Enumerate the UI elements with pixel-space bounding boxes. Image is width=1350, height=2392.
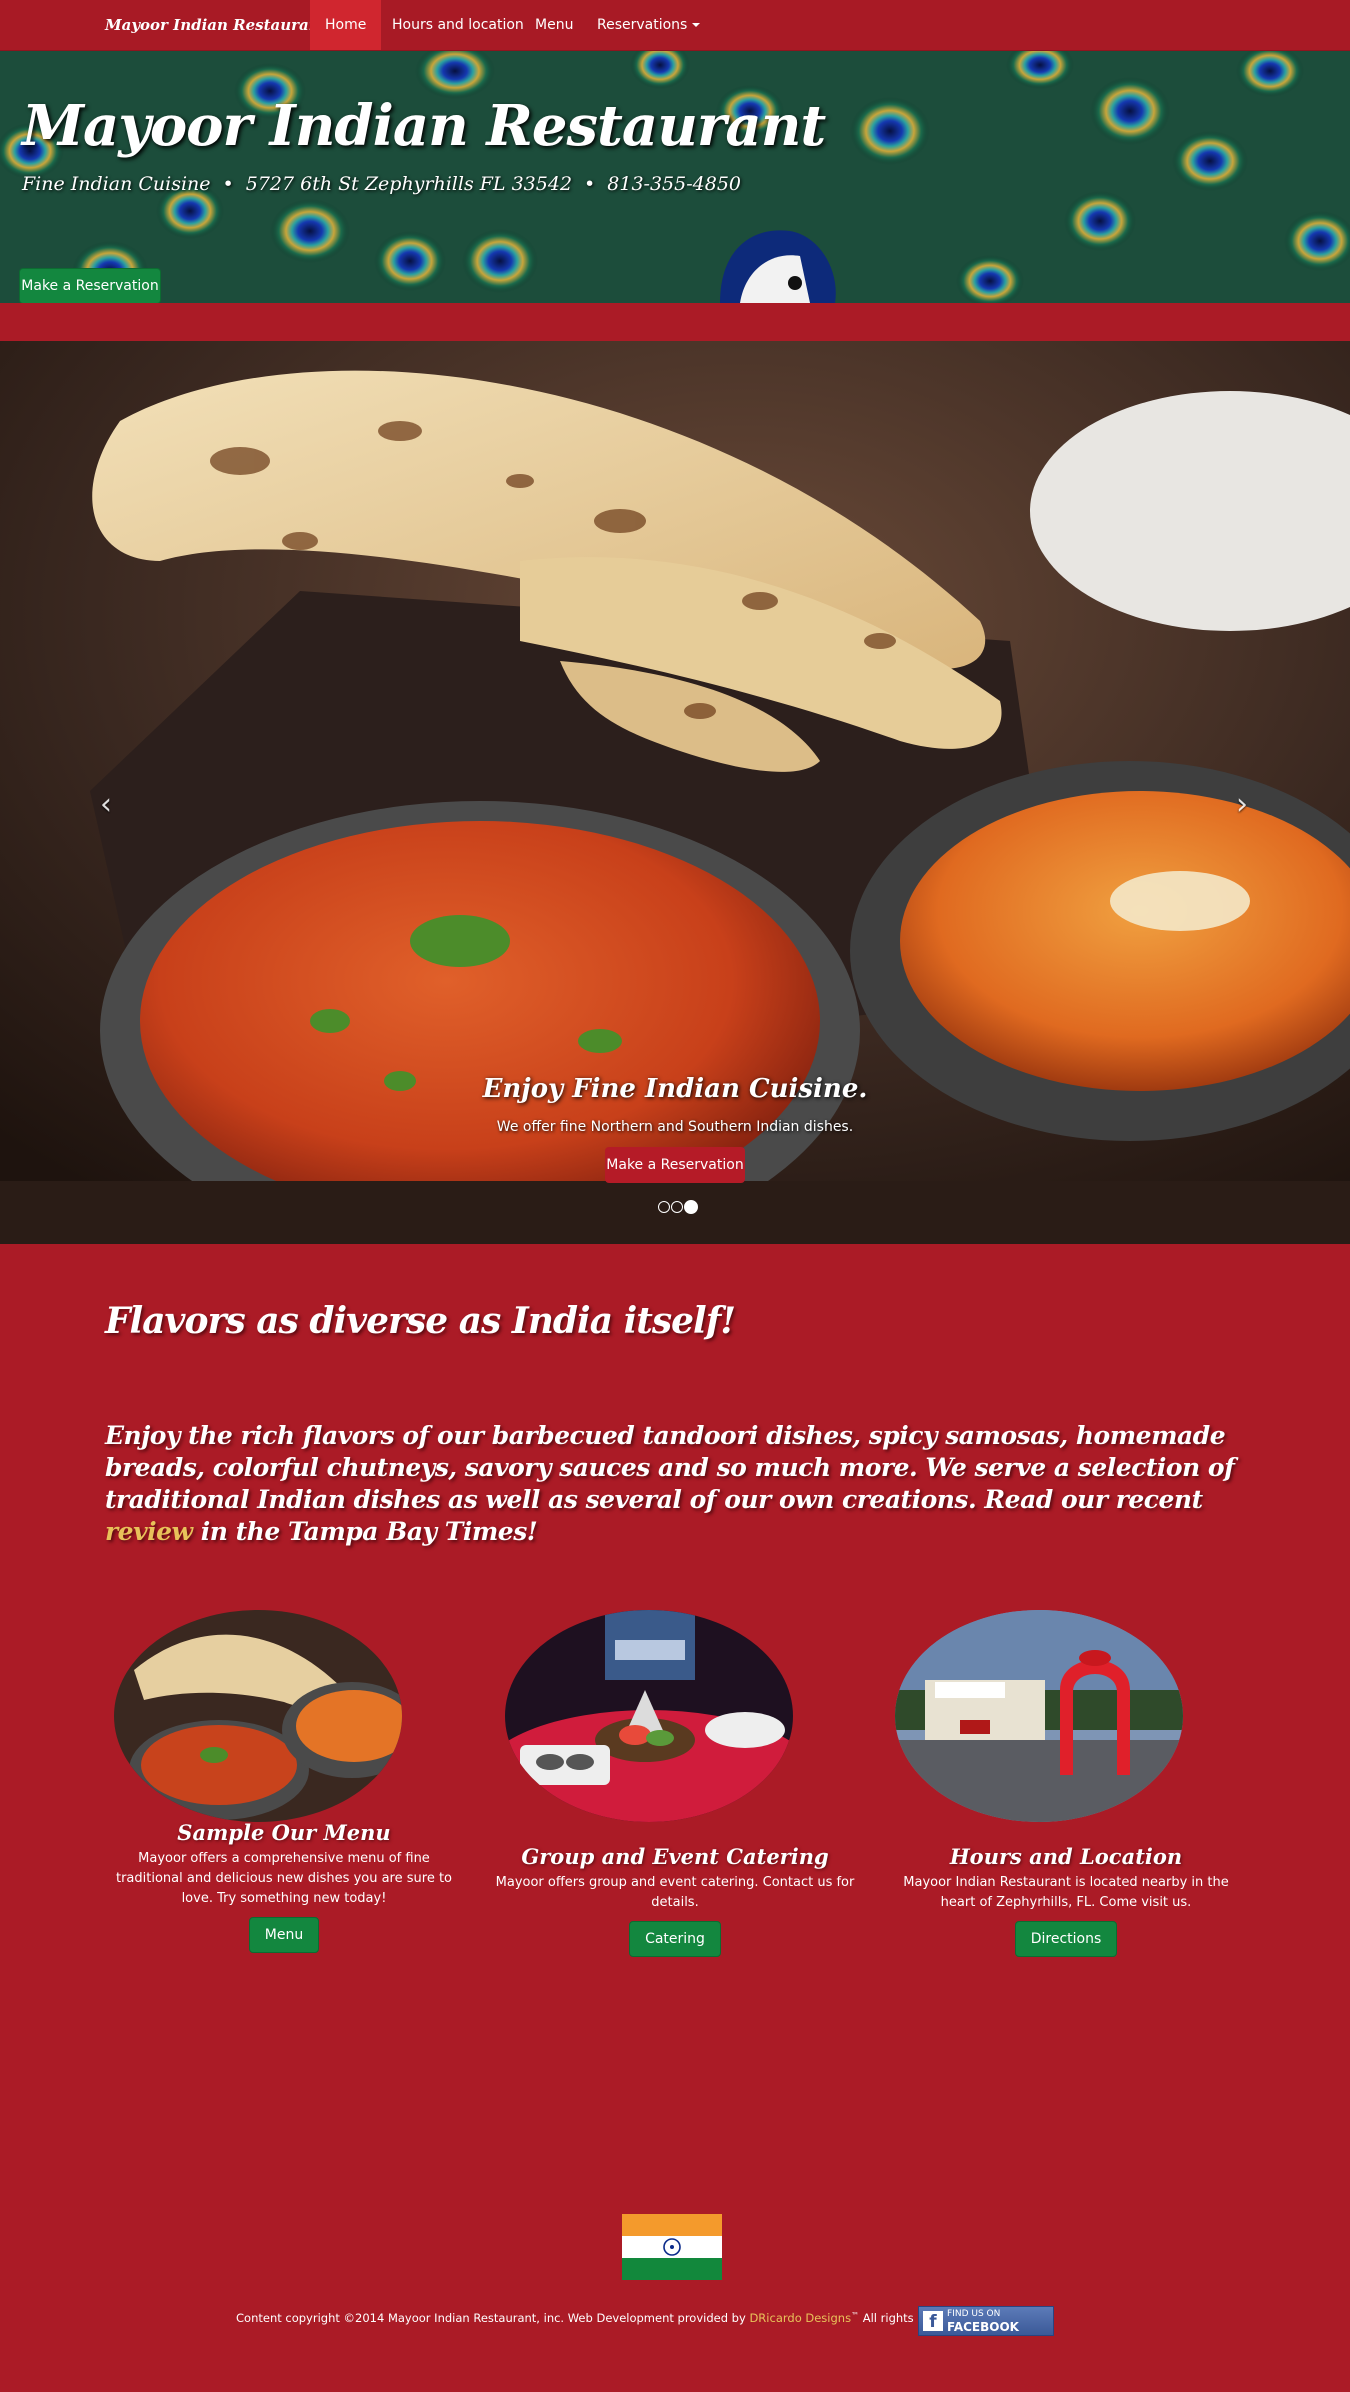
caret-down-icon <box>692 23 701 27</box>
hero-separator: • <box>222 173 234 195</box>
catering-button[interactable]: Catering <box>629 1921 721 1957</box>
hero-title: Mayoor Indian Restaurant <box>22 93 826 159</box>
carousel-next-icon[interactable]: › <box>1236 787 1248 822</box>
page-headline: Flavors as diverse as India itself! <box>105 1300 736 1342</box>
menu-feature: Sample Our Menu Mayoor offers a comprehe… <box>104 1820 464 1953</box>
review-link[interactable]: review <box>105 1517 193 1546</box>
hero-banner: Mayoor Indian Restaurant Fine Indian Cui… <box>0 51 1350 303</box>
menu-feature-image <box>114 1610 402 1822</box>
facebook-line2: FACEBOOK <box>947 2320 1019 2334</box>
india-flag-icon <box>622 2214 722 2280</box>
hero-tagline: Fine Indian Cuisine <box>22 173 211 195</box>
facebook-button[interactable]: f FIND US ON FACEBOOK <box>918 2306 1054 2336</box>
menu-button[interactable]: Menu <box>248 1917 320 1953</box>
catering-feature-text: Mayoor offers group and event catering. … <box>495 1875 855 1910</box>
nav-reservations-label: Reservations <box>597 17 688 33</box>
hero-reservation-button[interactable]: Make a Reservation <box>19 268 161 303</box>
location-feature: Hours and Location Mayoor Indian Restaur… <box>886 1844 1246 1957</box>
image-carousel: ‹ › Enjoy Fine Indian Cuisine. We offer … <box>0 341 1350 1244</box>
intro-paragraph: Enjoy the rich flavors of our barbecued … <box>105 1420 1255 1548</box>
carousel-indicator-active[interactable] <box>684 1199 698 1214</box>
intro-text: Enjoy the rich flavors of our barbecued … <box>105 1421 1235 1514</box>
nav-reservations[interactable]: Reservations <box>582 0 715 50</box>
carousel-reservation-button[interactable]: Make a Reservation <box>605 1147 745 1183</box>
trademark-symbol: ™ <box>851 2311 860 2320</box>
brand-link[interactable]: Mayoor Indian Restaurant <box>105 0 327 50</box>
nav-menu[interactable]: Menu <box>520 0 588 50</box>
carousel-indicator[interactable] <box>658 1200 670 1213</box>
indian-food-slide-image <box>0 341 1350 1244</box>
hero-address: 5727 6th St Zephyrhills FL 33542 <box>245 173 573 195</box>
nav-hours-location[interactable]: Hours and location <box>377 0 539 50</box>
hero-subtitle: Fine Indian Cuisine • 5727 6th St Zephyrhi… <box>22 173 741 195</box>
facebook-icon: f <box>923 2311 943 2332</box>
location-feature-title: Hours and Location <box>949 1844 1183 1869</box>
hero-phone: 813-355-4850 <box>607 173 741 195</box>
designer-link[interactable]: DRicardo Designs <box>749 2311 851 2325</box>
catering-feature-title: Group and Event Catering <box>521 1844 829 1869</box>
catering-feature: Group and Event Catering Mayoor offers g… <box>495 1844 855 1957</box>
carousel-caption-title: Enjoy Fine Indian Cuisine. <box>482 1074 868 1104</box>
location-feature-image <box>895 1610 1183 1822</box>
hero-separator: • <box>584 173 596 195</box>
menu-feature-title: Sample Our Menu <box>177 1820 391 1845</box>
navbar: Mayoor Indian Restaurant Home Hours and … <box>0 0 1350 51</box>
intro-text-end: in the Tampa Bay Times! <box>192 1517 538 1546</box>
carousel-indicator[interactable] <box>671 1200 683 1213</box>
location-feature-text: Mayoor Indian Restaurant is located near… <box>903 1875 1229 1910</box>
carousel-prev-icon[interactable]: ‹ <box>100 787 112 822</box>
carousel-indicators <box>658 1196 699 1214</box>
copyright-text: Content copyright ©2014 Mayoor Indian Re… <box>236 2311 750 2325</box>
directions-button[interactable]: Directions <box>1014 1921 1118 1957</box>
footer-copyright: Content copyright ©2014 Mayoor Indian Re… <box>236 2311 972 2325</box>
carousel-caption-text: We offer fine Northern and Southern Indi… <box>496 1119 854 1135</box>
facebook-line1: FIND US ON <box>947 2309 1001 2319</box>
nav-home[interactable]: Home <box>310 0 382 50</box>
catering-feature-image <box>505 1610 793 1822</box>
menu-feature-text: Mayoor offers a comprehensive menu of fi… <box>115 1851 452 1906</box>
